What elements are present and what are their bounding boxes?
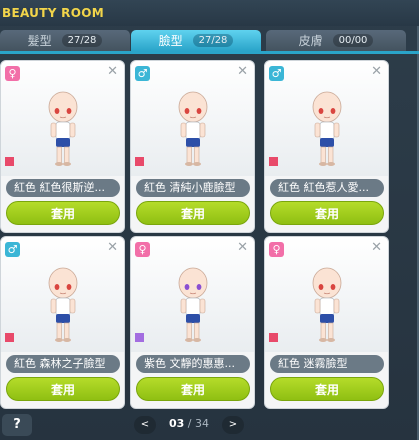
color-swatch — [269, 333, 278, 342]
face-name: 紅色 迷霧臉型 — [270, 355, 384, 373]
prev-page-button[interactable]: < — [134, 416, 156, 434]
character-avatar — [178, 267, 208, 342]
color-swatch — [135, 333, 144, 342]
tab-face-count: 27/28 — [192, 34, 234, 47]
face-preview: ♂ ✕ — [265, 61, 388, 176]
close-icon[interactable]: ✕ — [107, 64, 118, 79]
color-swatch — [269, 157, 278, 166]
pagination: < 03 / 34 > — [130, 414, 248, 436]
page-indicator: 03 / 34 — [160, 417, 218, 430]
tab-skin-count: 00/00 — [332, 34, 374, 47]
category-tabs: 髮型 27/28 臉型 27/28 皮膚 00/00 — [0, 30, 419, 52]
tab-hair-label: 髮型 — [27, 34, 52, 48]
tab-hair[interactable]: 髮型 27/28 — [0, 30, 130, 51]
face-preview: ♂ ✕ — [1, 237, 124, 352]
female-gender-icon: ♀ — [135, 242, 150, 257]
tab-underline — [0, 51, 419, 54]
face-preview: ♂ ✕ — [131, 61, 254, 176]
page-total: 34 — [195, 417, 209, 430]
apply-button[interactable]: 套用 — [6, 377, 120, 401]
apply-button[interactable]: 套用 — [136, 201, 250, 225]
close-icon[interactable]: ✕ — [371, 240, 382, 255]
face-preview: ♀ ✕ — [265, 237, 388, 352]
face-card[interactable]: ♂ ✕ 紅色 清純小鹿臉型 套用 — [130, 60, 255, 233]
face-name: 紅色 森林之子臉型 — [6, 355, 120, 373]
help-button[interactable]: ? — [2, 414, 32, 436]
apply-button[interactable]: 套用 — [270, 377, 384, 401]
tab-hair-count: 27/28 — [61, 34, 103, 47]
face-card[interactable]: ♀ ✕ 紫色 文靜的惠惠... 套用 — [130, 236, 255, 409]
female-gender-icon: ♀ — [5, 66, 20, 81]
face-card[interactable]: ♂ ✕ 紅色 紅色惹人愛... 套用 — [264, 60, 389, 233]
face-preview: ♀ ✕ — [1, 61, 124, 176]
page-separator: / — [184, 417, 195, 430]
close-icon[interactable]: ✕ — [371, 64, 382, 79]
female-gender-icon: ♀ — [269, 242, 284, 257]
page-current: 03 — [168, 417, 185, 430]
color-swatch — [135, 157, 144, 166]
apply-button[interactable]: 套用 — [270, 201, 384, 225]
male-gender-icon: ♂ — [269, 66, 284, 81]
tab-skin-label: 皮膚 — [298, 34, 323, 48]
next-page-button[interactable]: > — [222, 416, 244, 434]
apply-button[interactable]: 套用 — [136, 377, 250, 401]
face-card[interactable]: ♂ ✕ 紅色 森林之子臉型 套用 — [0, 236, 125, 409]
face-card[interactable]: ♀ ✕ 紅色 迷霧臉型 套用 — [264, 236, 389, 409]
face-preview: ♀ ✕ — [131, 237, 254, 352]
close-icon[interactable]: ✕ — [237, 64, 248, 79]
character-avatar — [48, 91, 78, 166]
face-name: 紫色 文靜的惠惠... — [136, 355, 250, 373]
close-icon[interactable]: ✕ — [107, 240, 118, 255]
tab-skin[interactable]: 皮膚 00/00 — [266, 30, 406, 51]
beauty-room-window: BEAUTY ROOM 髮型 27/28 臉型 27/28 皮膚 00/00 ♀… — [0, 0, 419, 440]
title-bar[interactable]: BEAUTY ROOM — [0, 0, 419, 26]
character-avatar — [48, 267, 78, 342]
face-name: 紅色 紅色很斯逆... — [6, 179, 120, 197]
face-name: 紅色 清純小鹿臉型 — [136, 179, 250, 197]
face-name: 紅色 紅色惹人愛... — [270, 179, 384, 197]
male-gender-icon: ♂ — [5, 242, 20, 257]
face-card[interactable]: ♀ ✕ 紅色 紅色很斯逆... 套用 — [0, 60, 125, 233]
close-icon[interactable]: ✕ — [237, 240, 248, 255]
apply-button[interactable]: 套用 — [6, 201, 120, 225]
color-swatch — [5, 333, 14, 342]
character-avatar — [312, 91, 342, 166]
color-swatch — [5, 157, 14, 166]
footer: ? < 03 / 34 > — [0, 412, 419, 440]
male-gender-icon: ♂ — [135, 66, 150, 81]
tab-face-label: 臉型 — [158, 34, 183, 48]
window-title: BEAUTY ROOM — [2, 6, 104, 20]
tab-face[interactable]: 臉型 27/28 — [131, 30, 261, 51]
character-avatar — [312, 267, 342, 342]
character-avatar — [178, 91, 208, 166]
